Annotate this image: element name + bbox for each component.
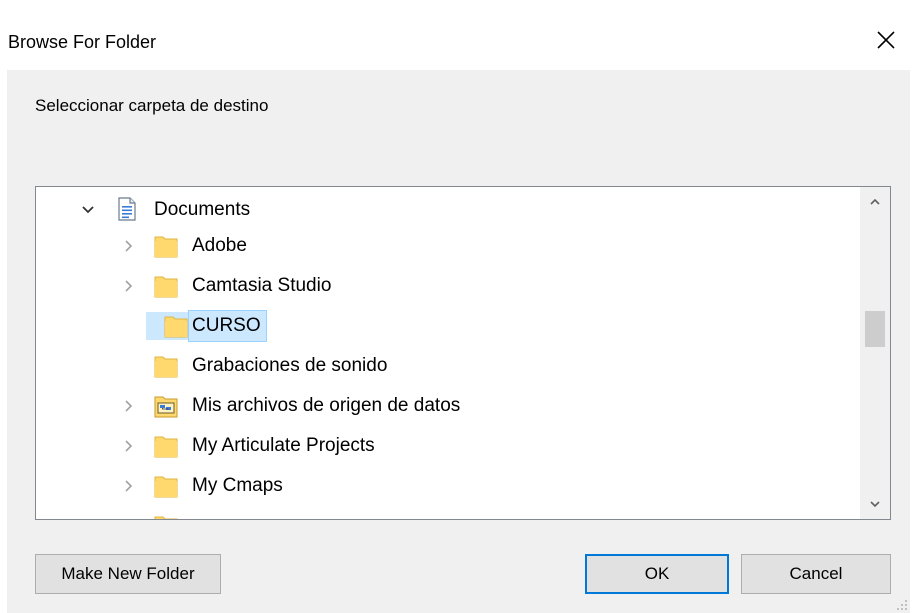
dialog-title: Browse For Folder — [8, 32, 157, 52]
folder-tree[interactable]: Documents Adobe Camtasia Studio CURSO Graba… — [35, 186, 891, 520]
chevron-down-icon — [870, 501, 880, 508]
data-sources-folder-icon — [154, 392, 178, 420]
chevron-right-icon[interactable] — [120, 478, 136, 494]
scroll-up-button[interactable] — [860, 187, 890, 217]
title-bar: Browse For Folder — [0, 0, 917, 70]
chevron-right-icon[interactable] — [120, 278, 136, 294]
chevron-right-icon[interactable] — [120, 398, 136, 414]
scroll-down-button[interactable] — [860, 489, 890, 519]
chevron-up-icon — [870, 198, 880, 205]
chevron-right-icon[interactable] — [120, 438, 136, 454]
tree-node-label: Documents — [154, 199, 251, 220]
documents-library-icon — [116, 196, 140, 224]
close-button[interactable] — [868, 22, 904, 58]
resize-grip-icon[interactable] — [894, 597, 908, 611]
tree-node-label: My Articulate Projects — [192, 435, 375, 456]
folder-icon — [146, 312, 188, 340]
tree-node[interactable]: My Articulate Projects — [36, 429, 856, 463]
tree-node-label: Mis archivos de origen de datos — [192, 395, 461, 416]
tree-node-partial[interactable] — [36, 509, 856, 519]
make-new-folder-button[interactable]: Make New Folder — [35, 554, 221, 594]
tree-node[interactable]: CURSO — [36, 309, 856, 343]
folder-icon — [154, 512, 178, 519]
tree-node[interactable]: Adobe — [36, 229, 856, 263]
tree-node[interactable]: My Cmaps — [36, 469, 856, 503]
tree-node-documents[interactable]: Documents — [36, 193, 856, 227]
close-icon — [877, 31, 895, 49]
folder-tree-viewport: Documents Adobe Camtasia Studio CURSO Graba… — [36, 187, 860, 519]
tree-node-label: Grabaciones de sonido — [192, 355, 388, 376]
tree-node-label: My Cmaps — [192, 475, 283, 496]
tree-node-label: CURSO — [188, 310, 267, 342]
tree-node[interactable]: Mis archivos de origen de datos — [36, 389, 856, 423]
cancel-button[interactable]: Cancel — [741, 554, 891, 594]
folder-icon — [154, 352, 178, 380]
tree-node-label: Adobe — [192, 235, 247, 256]
chevron-down-icon[interactable] — [80, 202, 96, 218]
vertical-scrollbar[interactable] — [860, 187, 890, 519]
tree-node[interactable]: Grabaciones de sonido — [36, 349, 856, 383]
dialog-body: Seleccionar carpeta de destino Documents… — [7, 70, 910, 613]
folder-icon — [154, 272, 178, 300]
folder-icon — [154, 232, 178, 260]
folder-icon — [154, 472, 178, 500]
tree-node-label: Camtasia Studio — [192, 275, 332, 296]
chevron-right-icon[interactable] — [120, 238, 136, 254]
ok-button[interactable]: OK — [585, 554, 729, 594]
folder-icon — [154, 432, 178, 460]
instruction-text: Seleccionar carpeta de destino — [35, 96, 269, 115]
tree-node[interactable]: Camtasia Studio — [36, 269, 856, 303]
scroll-thumb[interactable] — [865, 311, 885, 348]
